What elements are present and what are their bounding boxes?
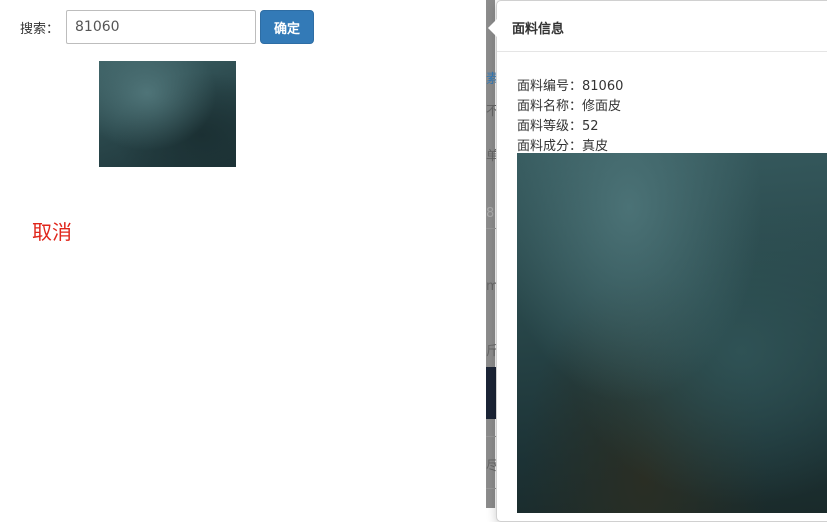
fabric-image bbox=[517, 153, 827, 513]
background-text-fragment: 不 bbox=[486, 104, 496, 119]
fabric-code: 面料编号：81060 bbox=[517, 79, 624, 94]
background-text-fragment: m bbox=[486, 279, 496, 294]
search-label: 搜索： bbox=[20, 22, 60, 37]
background-divider bbox=[486, 228, 496, 229]
background-dark-block bbox=[486, 367, 496, 419]
background-text-fragment: 素 bbox=[486, 72, 496, 87]
background-text-fragment: 单 bbox=[486, 149, 496, 164]
fabric-info-popover: 面料信息 面料编号：81060 面料名称：修面皮 面料等级：52 面料成分：真皮 bbox=[496, 0, 827, 522]
fabric-name: 面料名称：修面皮 bbox=[517, 99, 622, 114]
background-divider bbox=[486, 488, 496, 489]
fabric-grade: 面料等级：52 bbox=[517, 119, 599, 134]
popover-arrow bbox=[488, 19, 497, 37]
fabric-thumbnail[interactable] bbox=[99, 61, 236, 167]
background-text-fragment: 8 bbox=[486, 206, 495, 221]
confirm-button[interactable]: 确定 bbox=[260, 10, 314, 44]
background-text-fragment: 尽 bbox=[486, 459, 496, 474]
cancel-link[interactable]: 取消 bbox=[32, 216, 72, 245]
popover-title: 面料信息 bbox=[497, 1, 827, 52]
fabric-composition: 面料成分：真皮 bbox=[517, 139, 609, 154]
background-divider bbox=[486, 436, 496, 437]
background-text-fragment: 斤 bbox=[486, 344, 496, 359]
search-input[interactable] bbox=[66, 10, 256, 44]
